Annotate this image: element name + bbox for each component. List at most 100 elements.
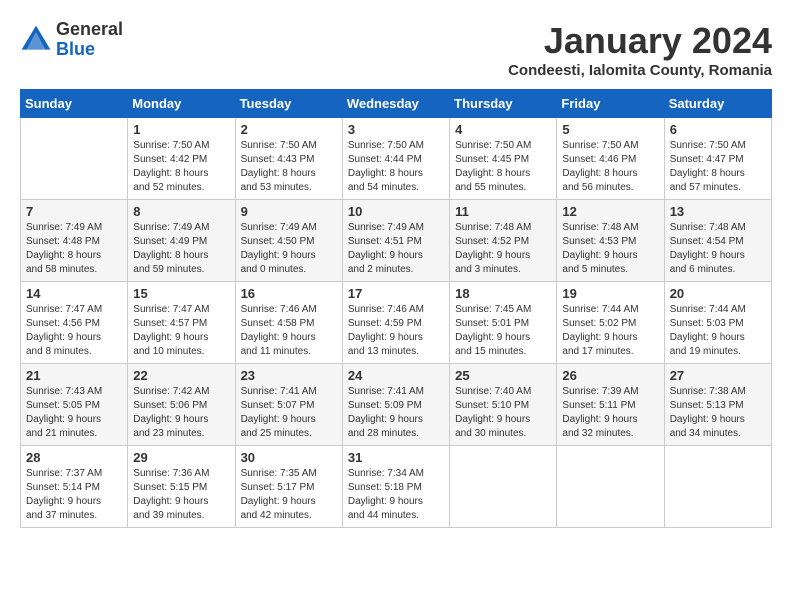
logo: General Blue — [20, 20, 123, 60]
calendar-cell: 24 Sunrise: 7:41 AMSunset: 5:09 PMDayligh… — [342, 364, 449, 446]
calendar-cell: 15 Sunrise: 7:47 AMSunset: 4:57 PMDayligh… — [128, 282, 235, 364]
header-day-tuesday: Tuesday — [235, 90, 342, 118]
day-number: 26 — [562, 368, 658, 383]
day-number: 13 — [670, 204, 766, 219]
calendar-cell: 22 Sunrise: 7:42 AMSunset: 5:06 PMDayligh… — [128, 364, 235, 446]
day-info: Sunrise: 7:48 AMSunset: 4:54 PMDaylight:… — [670, 221, 766, 277]
day-info: Sunrise: 7:48 AMSunset: 4:52 PMDaylight:… — [455, 221, 551, 277]
header-day-friday: Friday — [557, 90, 664, 118]
day-number: 7 — [26, 204, 122, 219]
week-row-1: 1Sunrise: 7:50 AMSunset: 4:42 PMDaylight… — [21, 118, 772, 200]
day-number: 25 — [455, 368, 551, 383]
day-info: Sunrise: 7:44 AMSunset: 5:03 PMDaylight:… — [670, 303, 766, 359]
day-info: Sunrise: 7:50 AMSunset: 4:47 PMDaylight:… — [670, 139, 766, 195]
calendar-cell: 8Sunrise: 7:49 AMSunset: 4:49 PMDaylight… — [128, 200, 235, 282]
day-info: Sunrise: 7:36 AMSunset: 5:15 PMDaylight:… — [133, 467, 229, 523]
day-number: 14 — [26, 286, 122, 301]
day-number: 4 — [455, 122, 551, 137]
day-number: 19 — [562, 286, 658, 301]
calendar-cell — [557, 446, 664, 528]
day-number: 30 — [241, 450, 337, 465]
logo-icon — [20, 24, 52, 56]
day-number: 17 — [348, 286, 444, 301]
day-info: Sunrise: 7:34 AMSunset: 5:18 PMDaylight:… — [348, 467, 444, 523]
calendar-cell: 30 Sunrise: 7:35 AMSunset: 5:17 PMDayligh… — [235, 446, 342, 528]
day-info: Sunrise: 7:41 AMSunset: 5:09 PMDaylight:… — [348, 385, 444, 441]
day-info: Sunrise: 7:41 AMSunset: 5:07 PMDaylight:… — [241, 385, 337, 441]
week-row-4: 21Sunrise: 7:43 AMSunset: 5:05 PMDayligh… — [21, 364, 772, 446]
page-header: General Blue January 2024 Condeesti, Ial… — [20, 20, 772, 79]
calendar-cell: 2Sunrise: 7:50 AMSunset: 4:43 PMDaylight… — [235, 118, 342, 200]
logo-blue-text: Blue — [56, 40, 123, 60]
day-number: 15 — [133, 286, 229, 301]
calendar-cell: 10Sunrise: 7:49 AMSunset: 4:51 PMDayligh… — [342, 200, 449, 282]
day-number: 12 — [562, 204, 658, 219]
calendar-cell — [450, 446, 557, 528]
day-number: 24 — [348, 368, 444, 383]
calendar-table: SundayMondayTuesdayWednesdayThursdayFrid… — [20, 89, 772, 528]
calendar-cell — [664, 446, 771, 528]
calendar-cell: 3Sunrise: 7:50 AMSunset: 4:44 PMDaylight… — [342, 118, 449, 200]
calendar-cell — [21, 118, 128, 200]
calendar-cell: 28Sunrise: 7:37 AMSunset: 5:14 PMDayligh… — [21, 446, 128, 528]
day-number: 18 — [455, 286, 551, 301]
calendar-cell: 19Sunrise: 7:44 AMSunset: 5:02 PMDayligh… — [557, 282, 664, 364]
calendar-cell: 27Sunrise: 7:38 AMSunset: 5:13 PMDayligh… — [664, 364, 771, 446]
day-number: 20 — [670, 286, 766, 301]
day-info: Sunrise: 7:42 AMSunset: 5:06 PMDaylight:… — [133, 385, 229, 441]
day-info: Sunrise: 7:46 AMSunset: 4:58 PMDaylight:… — [241, 303, 337, 359]
header-day-thursday: Thursday — [450, 90, 557, 118]
calendar-cell: 23 Sunrise: 7:41 AMSunset: 5:07 PMDayligh… — [235, 364, 342, 446]
calendar-cell: 13 Sunrise: 7:48 AMSunset: 4:54 PMDayligh… — [664, 200, 771, 282]
day-info: Sunrise: 7:45 AMSunset: 5:01 PMDaylight:… — [455, 303, 551, 359]
calendar-cell: 5Sunrise: 7:50 AMSunset: 4:46 PMDaylight… — [557, 118, 664, 200]
week-row-2: 7 Sunrise: 7:49 AMSunset: 4:48 PMDaylight… — [21, 200, 772, 282]
day-info: Sunrise: 7:47 AMSunset: 4:57 PMDaylight:… — [133, 303, 229, 359]
day-info: Sunrise: 7:40 AMSunset: 5:10 PMDaylight:… — [455, 385, 551, 441]
calendar-cell: 11 Sunrise: 7:48 AMSunset: 4:52 PMDayligh… — [450, 200, 557, 282]
calendar-header: SundayMondayTuesdayWednesdayThursdayFrid… — [21, 90, 772, 118]
day-info: Sunrise: 7:35 AMSunset: 5:17 PMDaylight:… — [241, 467, 337, 523]
title-block: January 2024 Condeesti, Ialomita County,… — [508, 20, 772, 79]
calendar-cell: 4 Sunrise: 7:50 AMSunset: 4:45 PMDaylight… — [450, 118, 557, 200]
header-day-monday: Monday — [128, 90, 235, 118]
calendar-cell: 21Sunrise: 7:43 AMSunset: 5:05 PMDayligh… — [21, 364, 128, 446]
day-info: Sunrise: 7:48 AMSunset: 4:53 PMDaylight:… — [562, 221, 658, 277]
day-number: 16 — [241, 286, 337, 301]
calendar-cell: 26 Sunrise: 7:39 AMSunset: 5:11 PMDayligh… — [557, 364, 664, 446]
day-number: 6 — [670, 122, 766, 137]
month-title: January 2024 — [508, 20, 772, 62]
day-number: 23 — [241, 368, 337, 383]
day-number: 22 — [133, 368, 229, 383]
header-row: SundayMondayTuesdayWednesdayThursdayFrid… — [21, 90, 772, 118]
calendar-cell: 7 Sunrise: 7:49 AMSunset: 4:48 PMDaylight… — [21, 200, 128, 282]
day-number: 2 — [241, 122, 337, 137]
week-row-3: 14 Sunrise: 7:47 AMSunset: 4:56 PMDayligh… — [21, 282, 772, 364]
day-info: Sunrise: 7:49 AMSunset: 4:50 PMDaylight:… — [241, 221, 337, 277]
header-day-sunday: Sunday — [21, 90, 128, 118]
calendar-cell: 31Sunrise: 7:34 AMSunset: 5:18 PMDayligh… — [342, 446, 449, 528]
calendar-body: 1Sunrise: 7:50 AMSunset: 4:42 PMDaylight… — [21, 118, 772, 528]
calendar-cell: 25 Sunrise: 7:40 AMSunset: 5:10 PMDayligh… — [450, 364, 557, 446]
day-info: Sunrise: 7:39 AMSunset: 5:11 PMDaylight:… — [562, 385, 658, 441]
day-info: Sunrise: 7:50 AMSunset: 4:45 PMDaylight:… — [455, 139, 551, 195]
header-day-wednesday: Wednesday — [342, 90, 449, 118]
calendar-cell: 1Sunrise: 7:50 AMSunset: 4:42 PMDaylight… — [128, 118, 235, 200]
day-info: Sunrise: 7:49 AMSunset: 4:48 PMDaylight:… — [26, 221, 122, 277]
calendar-cell: 20 Sunrise: 7:44 AMSunset: 5:03 PMDayligh… — [664, 282, 771, 364]
day-number: 10 — [348, 204, 444, 219]
day-number: 27 — [670, 368, 766, 383]
day-info: Sunrise: 7:46 AMSunset: 4:59 PMDaylight:… — [348, 303, 444, 359]
logo-general-text: General — [56, 20, 123, 40]
calendar-cell: 12 Sunrise: 7:48 AMSunset: 4:53 PMDayligh… — [557, 200, 664, 282]
day-info: Sunrise: 7:43 AMSunset: 5:05 PMDaylight:… — [26, 385, 122, 441]
calendar-cell: 9 Sunrise: 7:49 AMSunset: 4:50 PMDaylight… — [235, 200, 342, 282]
calendar-cell: 17 Sunrise: 7:46 AMSunset: 4:59 PMDayligh… — [342, 282, 449, 364]
calendar-cell: 14 Sunrise: 7:47 AMSunset: 4:56 PMDayligh… — [21, 282, 128, 364]
day-number: 1 — [133, 122, 229, 137]
day-number: 9 — [241, 204, 337, 219]
day-number: 5 — [562, 122, 658, 137]
day-number: 11 — [455, 204, 551, 219]
day-info: Sunrise: 7:37 AMSunset: 5:14 PMDaylight:… — [26, 467, 122, 523]
day-info: Sunrise: 7:47 AMSunset: 4:56 PMDaylight:… — [26, 303, 122, 359]
